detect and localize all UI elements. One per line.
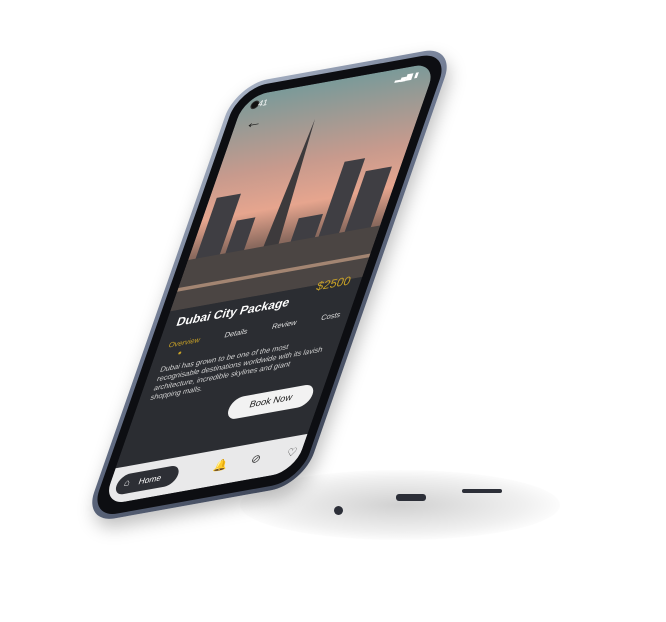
heart-icon[interactable]: ♡	[285, 445, 300, 460]
package-details-panel: $2500 Dubai City Package Overview Detail…	[115, 273, 363, 469]
status-time: 41	[256, 97, 270, 109]
home-icon: ⌂	[122, 477, 132, 489]
tab-overview[interactable]: Overview	[167, 336, 201, 350]
back-arrow-icon[interactable]: ←	[243, 111, 266, 133]
compass-icon[interactable]: ⊘	[249, 451, 263, 466]
hero-image-dubai-skyline: 41 ▂▄▆ ▮ ←	[170, 62, 438, 312]
tab-costs[interactable]: Costs	[320, 310, 342, 322]
phone-mockup: 41 ▂▄▆ ▮ ← $2500 Dubai City Package Over…	[83, 45, 546, 535]
tab-review[interactable]: Review	[271, 318, 298, 331]
app-screen: 41 ▂▄▆ ▮ ← $2500 Dubai City Package Over…	[102, 62, 438, 506]
nav-home-label: Home	[137, 472, 163, 487]
phone-bezel: 41 ▂▄▆ ▮ ← $2500 Dubai City Package Over…	[89, 51, 450, 519]
book-now-button[interactable]: Book Now	[224, 383, 317, 421]
speaker-grille	[462, 489, 502, 493]
bell-icon[interactable]: 🔔	[212, 457, 230, 473]
tab-details[interactable]: Details	[223, 327, 249, 340]
signal-battery-icon: ▂▄▆ ▮	[394, 70, 421, 83]
phone-body: 41 ▂▄▆ ▮ ← $2500 Dubai City Package Over…	[83, 45, 456, 525]
usb-port	[396, 494, 426, 501]
headphone-jack	[334, 506, 343, 515]
nav-home[interactable]: ⌂ Home	[112, 464, 182, 496]
active-tab-indicator	[177, 351, 182, 355]
